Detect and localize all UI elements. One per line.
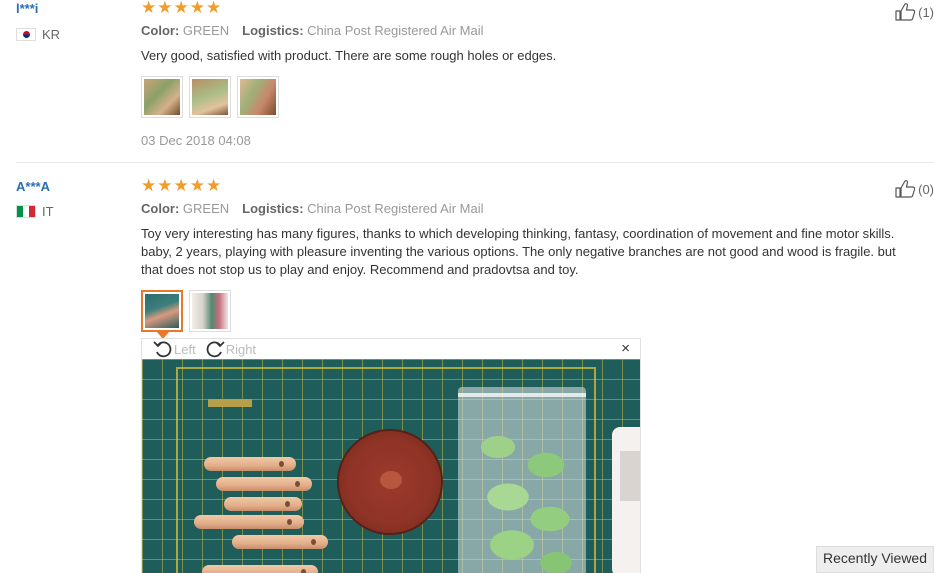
color-label: Color: — [141, 23, 180, 38]
review-item: A***A IT ★ ★ ★ ★ ★ Color: GREEN Logistic… — [16, 164, 934, 573]
thumbs-up-icon — [895, 3, 916, 21]
star-icon: ★ — [141, 176, 157, 195]
star-icon: ★ — [173, 176, 189, 195]
color-value: GREEN — [182, 23, 230, 38]
close-icon[interactable]: × — [621, 341, 630, 357]
review-meta: Color: GREEN Logistics: China Post Regis… — [141, 23, 916, 38]
recently-viewed-button[interactable]: Recently Viewed — [816, 546, 934, 573]
rotate-left-button[interactable]: Left — [152, 339, 196, 359]
rotate-left-label: Left — [174, 341, 196, 357]
review-photos — [141, 76, 916, 118]
review-content: ★ ★ ★ ★ ★ Color: GREEN Logistics: China … — [141, 176, 916, 339]
star-icon: ★ — [141, 0, 157, 17]
reviewer-name[interactable]: l***i — [16, 1, 38, 16]
color-value: GREEN — [182, 201, 230, 216]
star-icon: ★ — [189, 0, 205, 17]
star-icon: ★ — [173, 0, 189, 17]
rotate-right-icon — [206, 341, 225, 358]
logistics-label: Logistics: — [242, 201, 304, 216]
reviewer-country: KR — [16, 27, 60, 42]
logistics-label: Logistics: — [242, 23, 304, 38]
review-photo-thumbnail[interactable] — [141, 290, 183, 339]
star-icon: ★ — [157, 176, 173, 195]
reviewer-name[interactable]: A***A — [16, 179, 50, 194]
star-icon: ★ — [206, 176, 222, 195]
rotate-right-label: Right — [225, 341, 257, 357]
logistics-value: China Post Registered Air Mail — [307, 23, 484, 38]
review-item: l***i KR ★ ★ ★ ★ ★ Color: GREEN Logistic… — [16, 0, 934, 163]
helpful-button[interactable]: (1) — [894, 2, 934, 22]
review-photo-large — [142, 359, 640, 573]
country-code: KR — [42, 27, 61, 42]
star-icon: ★ — [206, 0, 222, 17]
color-label: Color: — [141, 201, 180, 216]
photo-viewer: Left Right × — [141, 338, 641, 573]
review-text: Very good, satisfied with product. There… — [141, 48, 557, 63]
rotate-left-icon — [153, 341, 172, 358]
helpful-button[interactable]: (0) — [894, 179, 934, 199]
flag-kr-icon — [16, 28, 36, 41]
thumbs-up-icon — [895, 180, 916, 198]
star-rating: ★ ★ ★ ★ ★ — [141, 176, 916, 195]
star-icon: ★ — [189, 176, 205, 195]
review-photo-thumbnail[interactable] — [237, 76, 279, 118]
country-code: IT — [42, 204, 54, 219]
helpful-count: (0) — [918, 181, 934, 197]
star-rating: ★ ★ ★ ★ ★ — [141, 0, 916, 16]
review-text: Toy very interesting has many figures, t… — [141, 226, 896, 277]
review-photos — [141, 290, 916, 339]
photo-viewer-toolbar: Left Right × — [142, 339, 640, 359]
logistics-value: China Post Registered Air Mail — [307, 201, 484, 216]
review-meta: Color: GREEN Logistics: China Post Regis… — [141, 201, 916, 216]
flag-it-icon — [16, 205, 36, 218]
review-photo-thumbnail[interactable] — [141, 76, 183, 118]
star-icon: ★ — [157, 0, 173, 17]
review-photo-thumbnail[interactable] — [189, 76, 231, 118]
review-date: 03 Dec 2018 04:08 — [141, 133, 251, 148]
review-content: ★ ★ ★ ★ ★ Color: GREEN Logistics: China … — [141, 0, 916, 148]
helpful-count: (1) — [918, 4, 934, 20]
rotate-right-button[interactable]: Right — [204, 339, 256, 359]
reviewer-country: IT — [16, 204, 54, 219]
review-photo-thumbnail[interactable] — [189, 290, 231, 332]
